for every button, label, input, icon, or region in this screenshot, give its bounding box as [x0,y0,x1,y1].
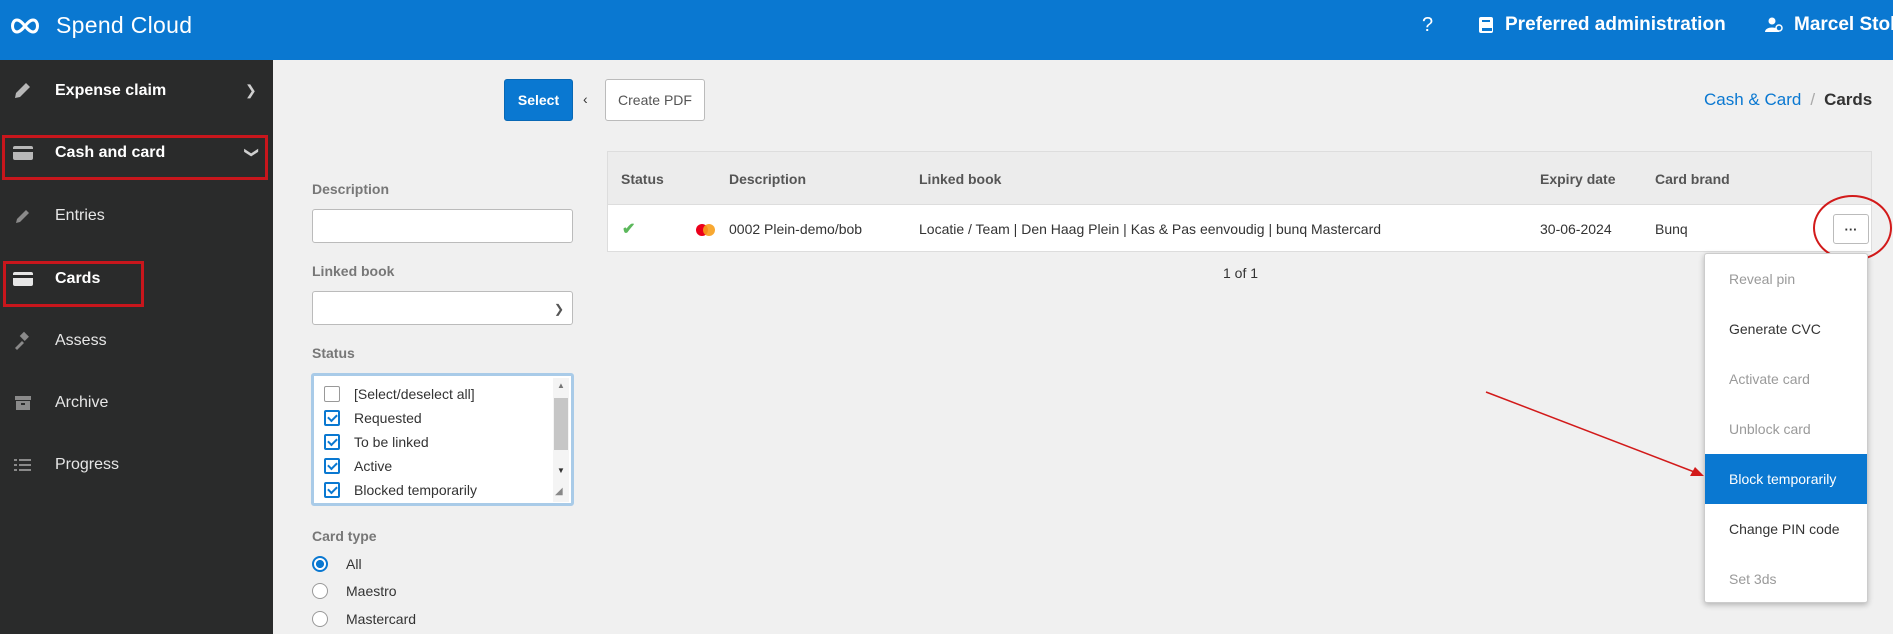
sidebar-item-label: Assess [55,332,107,349]
listbox-scrollbar[interactable]: ▲ ▼ ◢ [553,378,569,502]
annotation-box [3,261,144,307]
status-active-icon: ✔ [622,221,636,238]
status-option[interactable]: To be linked [324,432,429,452]
description-filter-input[interactable] [312,209,573,243]
pagination-label: 1 of 1 [1223,265,1259,281]
help-button[interactable]: ? [1422,14,1433,37]
card-type-option-label: Maestro [346,583,397,599]
app-logo[interactable]: Spend Cloud [8,12,192,39]
card-type-option[interactable]: Mastercard [312,611,416,627]
annotation-box [2,135,268,180]
scrollbar-thumb[interactable] [554,398,568,450]
cards-table: Status Description Linked book Expiry da… [607,151,1872,252]
menu-item-block-temporarily[interactable]: Block temporarily [1705,454,1867,504]
mastercard-icon [696,224,716,236]
list-icon [14,459,31,471]
pencil-icon [16,210,29,223]
column-header-brand[interactable]: Card brand [1655,171,1730,187]
menu-item-change-pin[interactable]: Change PIN code [1705,504,1867,554]
annotation-arrow [1485,391,1704,476]
status-listbox[interactable]: [Select/deselect all] Requested To be li… [311,373,574,506]
sidebar-item-label: Progress [55,456,120,473]
radio-button[interactable] [312,556,328,572]
linked-book-filter-label: Linked book [312,263,395,279]
row-expiry: 30-06-2024 [1540,221,1612,237]
column-header-linked-book[interactable]: Linked book [919,171,1001,187]
gavel-icon [15,331,29,350]
scroll-up-icon[interactable]: ▲ [557,381,565,390]
annotation-circle [1813,195,1892,261]
status-option-label: Active [354,458,393,474]
archive-icon [15,396,31,410]
menu-item-activate-card[interactable]: Activate card [1705,354,1867,404]
status-option-label: Blocked temporarily [354,482,477,498]
status-option-label: To be linked [354,434,429,450]
status-option[interactable]: Requested [324,408,422,428]
radio-button[interactable] [312,583,328,599]
card-type-option-label: All [346,556,362,572]
checkbox[interactable] [324,434,340,450]
user-name: Marcel Stok [1794,14,1893,35]
status-option[interactable]: Blocked temporarily [324,480,477,500]
card-type-filter-label: Card type [312,528,377,544]
user-gear-icon [1765,17,1783,32]
top-bar: Spend Cloud ? Preferred administration M… [0,0,1893,60]
sidebar-item-expense-claim[interactable]: Expense claim ❯ [0,71,273,111]
app-title: Spend Cloud [56,12,193,38]
administration-button[interactable]: Preferred administration [1478,14,1726,36]
column-header-description[interactable]: Description [729,171,806,187]
status-option[interactable]: Active [324,456,392,476]
status-option-label: Requested [354,410,422,426]
status-option[interactable]: [Select/deselect all] [324,384,475,404]
column-header-expiry[interactable]: Expiry date [1540,171,1615,187]
menu-item-unblock-card[interactable]: Unblock card [1705,404,1867,454]
sidebar-item-label: Entries [55,207,105,224]
card-type-option[interactable]: All [312,556,362,572]
status-option-label: [Select/deselect all] [354,386,475,402]
breadcrumb-link[interactable]: Cash & Card [1704,90,1801,109]
status-filter-label: Status [312,345,355,361]
sidebar-item-archive[interactable]: Archive [0,383,273,423]
create-pdf-button[interactable]: Create PDF [605,79,705,121]
checkbox[interactable] [324,482,340,498]
sidebar-item-assess[interactable]: Assess [0,321,273,361]
linked-book-select[interactable]: ❯ [312,291,573,325]
checkbox[interactable] [324,458,340,474]
radio-button[interactable] [312,611,328,627]
card-actions-menu: Reveal pin Generate CVC Activate card Un… [1704,253,1868,603]
row-brand: Bunq [1655,221,1688,237]
chevron-down-icon: ❯ [553,302,564,316]
sidebar-item-label: Expense claim [55,82,167,99]
menu-item-reveal-pin[interactable]: Reveal pin [1705,254,1867,304]
chevron-right-icon: ❯ [245,82,257,98]
column-header-status[interactable]: Status [621,171,664,187]
menu-item-generate-cvc[interactable]: Generate CVC [1705,304,1867,354]
card-type-option[interactable]: Maestro [312,583,397,599]
menu-item-set-3ds[interactable]: Set 3ds [1705,554,1867,604]
card-type-option-label: Mastercard [346,611,417,627]
breadcrumb: Cash & Card / Cards [1704,90,1872,110]
checkbox[interactable] [324,410,340,426]
scroll-down-icon[interactable]: ▼ [557,466,565,475]
user-menu[interactable]: Marcel Stok [1765,14,1893,36]
administration-label: Preferred administration [1505,14,1726,35]
description-filter-label: Description [312,181,390,197]
select-button[interactable]: Select [504,79,573,121]
sidebar-item-entries[interactable]: Entries [0,196,273,236]
row-linked-book: Locatie / Team | Den Haag Plein | Kas & … [919,221,1382,237]
infinity-icon [11,17,39,34]
sidebar-item-label: Archive [55,394,109,411]
breadcrumb-current: Cards [1824,90,1873,109]
row-description[interactable]: 0002 Plein-demo/bob [729,221,862,237]
back-button[interactable]: ‹ [583,91,588,107]
resize-grip-icon[interactable]: ◢ [555,486,567,498]
book-icon [1479,17,1493,33]
pencil-icon [15,83,30,98]
checkbox[interactable] [324,386,340,402]
table-header: Status Description Linked book Expiry da… [608,152,1871,205]
breadcrumb-separator: / [1810,90,1816,109]
sidebar-item-progress[interactable]: Progress [0,445,273,485]
